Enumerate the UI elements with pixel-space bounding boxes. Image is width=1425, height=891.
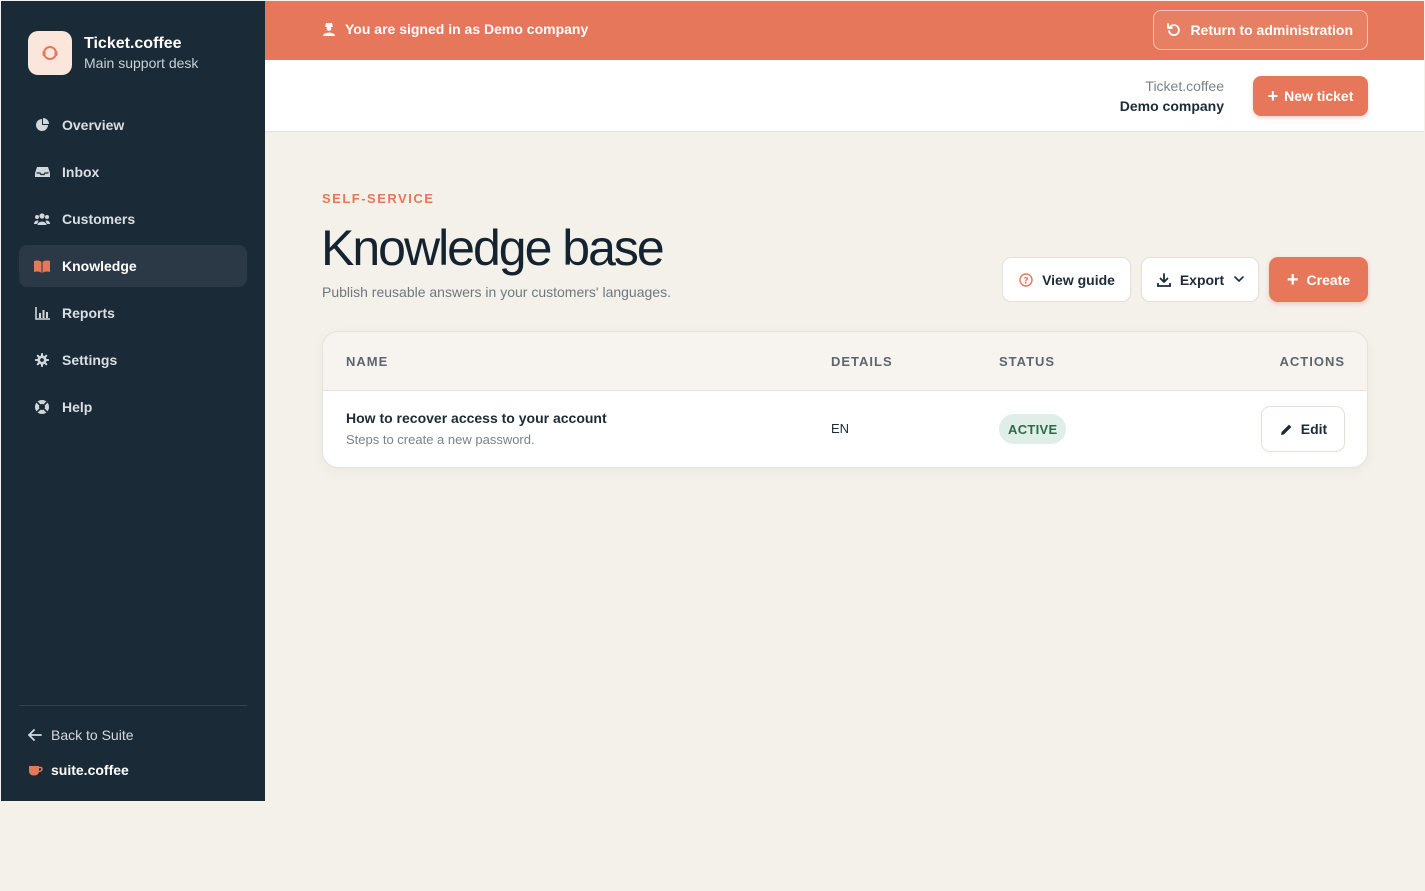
undo-icon: [1166, 22, 1182, 38]
column-header-details[interactable]: DETAILS: [831, 354, 893, 369]
user-secret-icon: [321, 21, 337, 37]
column-header-actions: ACTIONS: [1279, 354, 1345, 369]
users-icon: [34, 211, 50, 227]
column-header-status[interactable]: STATUS: [999, 354, 1055, 369]
table-header: NAME DETAILS STATUS ACTIONS: [323, 332, 1367, 391]
pencil-icon: [1279, 421, 1295, 437]
status-badge: ACTIVE: [999, 414, 1067, 444]
edit-label: Edit: [1300, 421, 1328, 437]
account-app-name: Ticket.coffee: [1145, 78, 1224, 94]
brand-subtitle: Main support desk: [84, 55, 199, 71]
create-button[interactable]: + Create: [1269, 257, 1368, 302]
return-to-administration-label: Return to administration: [1190, 22, 1353, 38]
chevron-down-icon: [1234, 276, 1244, 283]
sidebar-item-customers[interactable]: Customers: [19, 198, 247, 240]
plus-icon: +: [1267, 86, 1279, 106]
brand-title: Ticket.coffee: [84, 35, 182, 52]
plus-icon: +: [1286, 268, 1299, 291]
sidebar: Ticket.coffee Main support desk Overview…: [1, 1, 265, 801]
sidebar-item-label: Help: [62, 399, 93, 415]
impersonation-banner: You are signed in as Demo company Return…: [265, 1, 1424, 60]
export-dropdown-button[interactable]: Export: [1141, 257, 1259, 302]
article-language: EN: [831, 421, 850, 436]
sidebar-item-label: Overview: [62, 117, 125, 133]
back-to-suite-link[interactable]: Back to Suite: [27, 727, 134, 743]
account-info[interactable]: Ticket.coffee Demo company: [1120, 76, 1224, 116]
sidebar-item-label: Reports: [62, 305, 115, 321]
return-to-administration-button[interactable]: Return to administration: [1153, 10, 1368, 50]
sidebar-divider: [19, 705, 247, 706]
brand[interactable]: Ticket.coffee Main support desk: [28, 31, 198, 75]
view-guide-button[interactable]: ? View guide: [1002, 257, 1131, 302]
sidebar-item-reports[interactable]: Reports: [19, 292, 247, 334]
suite-logo[interactable]: suite.coffee: [27, 762, 129, 778]
sidebar-item-overview[interactable]: Overview: [19, 104, 247, 146]
view-guide-label: View guide: [1042, 271, 1115, 288]
gear-icon: [34, 352, 50, 368]
lifebuoy-icon: [34, 399, 50, 415]
page-description: Publish reusable answers in your custome…: [322, 284, 671, 300]
back-to-suite-label: Back to Suite: [51, 727, 134, 743]
sidebar-item-label: Knowledge: [62, 258, 137, 274]
impersonation-notice: You are signed in as Demo company: [321, 21, 588, 37]
knowledge-table: NAME DETAILS STATUS ACTIONS How to recov…: [322, 331, 1368, 468]
inbox-icon: [34, 164, 50, 180]
new-ticket-label: New ticket: [1284, 88, 1354, 104]
coffee-cup-icon: [27, 762, 43, 778]
article-title[interactable]: How to recover access to your account: [346, 410, 607, 426]
article-subtitle: Steps to create a new password.: [346, 432, 535, 447]
account-company-name: Demo company: [1119, 98, 1224, 114]
sidebar-item-label: Customers: [62, 211, 136, 227]
page-title: Knowledge base: [321, 220, 665, 276]
bar-chart-icon: [34, 305, 50, 321]
edit-button[interactable]: Edit: [1261, 406, 1345, 452]
sidebar-item-label: Settings: [62, 352, 118, 368]
impersonation-text: You are signed in as Demo company: [345, 21, 589, 37]
sidebar-item-settings[interactable]: Settings: [19, 339, 247, 381]
export-label: Export: [1179, 271, 1225, 288]
sidebar-item-label: Inbox: [62, 164, 100, 180]
sidebar-item-help[interactable]: Help: [19, 386, 247, 428]
svg-text:?: ?: [1023, 276, 1028, 286]
chart-pie-icon: [34, 117, 50, 133]
brand-logo-icon: [28, 31, 72, 75]
sidebar-item-inbox[interactable]: Inbox: [19, 151, 247, 193]
sidebar-item-knowledge[interactable]: Knowledge: [19, 245, 247, 287]
top-bar: Ticket.coffee Demo company + New ticket: [265, 60, 1424, 132]
table-row[interactable]: How to recover access to your account St…: [323, 391, 1367, 467]
question-circle-icon: ?: [1018, 272, 1034, 288]
create-label: Create: [1306, 271, 1351, 288]
suite-label: suite.coffee: [51, 762, 129, 778]
book-icon: [34, 258, 50, 274]
column-header-name[interactable]: NAME: [346, 354, 388, 369]
sidebar-nav: Overview Inbox Customers Knowledge Repor…: [19, 104, 247, 433]
download-icon: [1156, 272, 1172, 288]
page-eyebrow: SELF-SERVICE: [322, 191, 435, 206]
arrow-left-icon: [27, 727, 43, 743]
new-ticket-button[interactable]: + New ticket: [1253, 76, 1368, 116]
